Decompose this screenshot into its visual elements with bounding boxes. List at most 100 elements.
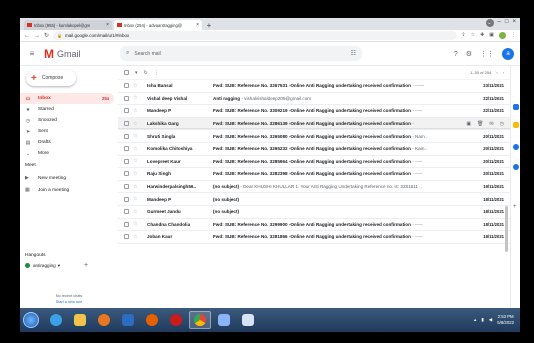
taskbar-app[interactable] — [213, 311, 235, 329]
inbox-scrollbar[interactable] — [505, 206, 508, 252]
new-tab-button[interactable]: + — [204, 20, 214, 30]
row-checkbox[interactable] — [124, 158, 129, 164]
reload-icon[interactable]: ↻ — [44, 32, 49, 39]
taskbar-firefox[interactable] — [141, 311, 163, 329]
star-icon[interactable]: ☆ — [133, 171, 139, 177]
browser-tab-1[interactable]: Inbox (955) - kamlakopel@gm × — [24, 20, 112, 30]
calendar-icon[interactable] — [513, 104, 519, 110]
minimize-icon[interactable]: – — [498, 19, 501, 27]
gmail-logo[interactable]: M Gmail — [44, 47, 116, 61]
sidebar-item-inbox[interactable]: ▭ Inbox 254 — [20, 93, 114, 104]
next-page-icon[interactable]: › — [503, 70, 504, 75]
puzzle-icon[interactable]: ▣ — [489, 32, 494, 39]
row-checkbox[interactable] — [124, 83, 129, 89]
star-icon[interactable]: ☆ — [133, 196, 139, 202]
archive-icon[interactable]: ▣ — [466, 121, 471, 127]
table-row[interactable]: ☆ Isha Bansal Fwd: SUB: Reference No. 3267… — [118, 80, 510, 93]
row-checkbox[interactable] — [124, 133, 129, 139]
address-bar[interactable]: 🔒 mail.google.com/mail/u/1/#inbox — [53, 31, 458, 40]
apps-grid-icon[interactable]: ⋮⋮ — [480, 50, 494, 58]
settings-gear-icon[interactable]: ⚙ — [466, 50, 472, 58]
back-icon[interactable]: ← — [24, 33, 30, 39]
get-addons-icon[interactable]: + — [513, 204, 517, 210]
select-dropdown-icon[interactable]: ▾ — [135, 70, 138, 76]
contacts-icon[interactable] — [513, 164, 519, 170]
star-icon[interactable]: ☆ — [133, 146, 139, 152]
row-checkbox[interactable] — [124, 234, 129, 240]
table-row[interactable]: ☆ Gurmeet Jandu (no subject) 18/11/2021 — [118, 205, 510, 219]
row-checkbox[interactable] — [124, 221, 129, 227]
start-new-chat-link[interactable]: Start a new one — [20, 300, 118, 304]
taskbar-media[interactable] — [93, 311, 115, 329]
new-meeting-link[interactable]: ▶ New meeting — [25, 176, 66, 181]
close-tab-icon[interactable]: × — [106, 22, 109, 28]
row-checkbox[interactable] — [124, 121, 129, 127]
delete-icon[interactable]: 🗑 — [477, 121, 483, 127]
account-avatar[interactable]: a — [502, 48, 514, 60]
star-icon[interactable]: ☆ — [133, 133, 139, 139]
star-icon[interactable]: ☆ — [133, 108, 139, 114]
table-row[interactable]: ☆ Komolika Chitoshiya Fwd: SUB: Reference … — [118, 142, 510, 156]
close-tab-icon[interactable]: × — [196, 22, 199, 28]
volume-icon[interactable]: ◀ — [489, 317, 492, 323]
taskbar-explorer[interactable] — [69, 311, 91, 329]
tray-arrow-icon[interactable]: ▴ — [474, 317, 476, 323]
star-icon[interactable]: ☆ — [133, 234, 139, 240]
table-row[interactable]: ☆ Vishal deep Vishal Anti ragging - vishal… — [118, 92, 510, 106]
browser-tab-2[interactable]: Inbox (254) - advaantragging@ × — [114, 20, 202, 30]
search-input[interactable]: ⌕ Search mail ☷ — [120, 46, 362, 61]
snooze-icon[interactable]: ◷ — [500, 121, 504, 127]
taskbar-ie[interactable] — [45, 311, 67, 329]
support-icon[interactable]: ? — [454, 51, 458, 58]
row-checkbox[interactable] — [124, 108, 129, 114]
table-row[interactable]: ☆ Shruti Singla Fwd: SUB: Reference No. 32… — [118, 130, 510, 143]
mark-read-icon[interactable]: ✉ — [489, 121, 493, 127]
share-icon[interactable]: ⇪ — [461, 32, 465, 39]
profile-avatar[interactable] — [499, 32, 506, 39]
table-row[interactable]: ☆ Harwinderpalsingh56.. (no subject) - Dea… — [118, 180, 510, 194]
table-row[interactable]: ☆ Lovepreet Kaur Fwd: SUB: Reference No. 3… — [118, 155, 510, 169]
taskbar-notes[interactable] — [237, 311, 259, 329]
row-checkbox[interactable] — [124, 171, 129, 177]
tasks-icon[interactable] — [513, 144, 519, 150]
refresh-icon[interactable]: ↻ — [144, 70, 148, 76]
more-actions-icon[interactable]: ⋮ — [154, 70, 159, 76]
keep-icon[interactable] — [513, 122, 519, 128]
start-button[interactable] — [23, 312, 39, 328]
table-row[interactable]: ☆ Joban Kaur Fwd: SUB: Reference No. 32818… — [118, 231, 510, 244]
network-icon[interactable]: ▮ — [481, 317, 483, 323]
star-icon[interactable]: ☆ — [133, 209, 139, 215]
maximize-icon[interactable]: □ — [505, 19, 509, 27]
join-meeting-link[interactable]: ▦ Join a meeting — [25, 188, 69, 193]
taskbar-opera[interactable] — [165, 311, 187, 329]
main-menu-icon[interactable]: ≡ — [20, 49, 44, 58]
prev-page-icon[interactable]: ‹ — [496, 70, 497, 75]
table-row[interactable]: ☆ Raju Singh Fwd: SUB: Reference No. 32823… — [118, 168, 510, 181]
close-window-icon[interactable]: × — [512, 19, 516, 27]
taskbar-word[interactable] — [117, 311, 139, 329]
star-icon[interactable]: ☆ — [133, 95, 139, 101]
search-icon[interactable]: ⌕ — [126, 50, 129, 57]
compose-button[interactable]: + Compose — [26, 70, 76, 86]
sidebar-item-starred[interactable]: ★ Starred — [20, 104, 114, 115]
star-icon[interactable]: ☆ — [133, 221, 139, 227]
tab-search-icon[interactable]: ⌄ — [485, 19, 494, 27]
extension-icon[interactable]: ✚ — [480, 32, 484, 39]
row-checkbox[interactable] — [124, 146, 129, 152]
search-options-icon[interactable]: ☷ — [351, 50, 356, 57]
table-row[interactable]: ☆ Lakshika Garg Fwd: SUB: Reference No. 32… — [118, 117, 510, 131]
taskbar-clock[interactable]: 2:53 PM 5/8/2022 — [497, 314, 514, 326]
select-all-checkbox[interactable] — [124, 70, 129, 75]
hangouts-user[interactable]: antiragging ▾ + — [25, 262, 88, 269]
bookmark-star-icon[interactable]: ☆ — [471, 32, 475, 39]
row-checkbox[interactable] — [124, 196, 129, 202]
row-checkbox[interactable] — [124, 95, 129, 101]
kebab-menu-icon[interactable]: ⋮ — [511, 32, 516, 39]
forward-icon[interactable]: → — [34, 33, 40, 39]
star-icon[interactable]: ☆ — [133, 158, 139, 164]
star-icon[interactable]: ☆ — [133, 184, 139, 190]
table-row[interactable]: ☆ Chandna Chandolia Fwd: SUB: Reference No… — [118, 218, 510, 232]
sidebar-item-sent[interactable]: ➤ Sent — [20, 126, 114, 137]
star-icon[interactable]: ☆ — [133, 83, 139, 89]
dropdown-arrow-icon[interactable]: ▾ — [58, 263, 60, 269]
